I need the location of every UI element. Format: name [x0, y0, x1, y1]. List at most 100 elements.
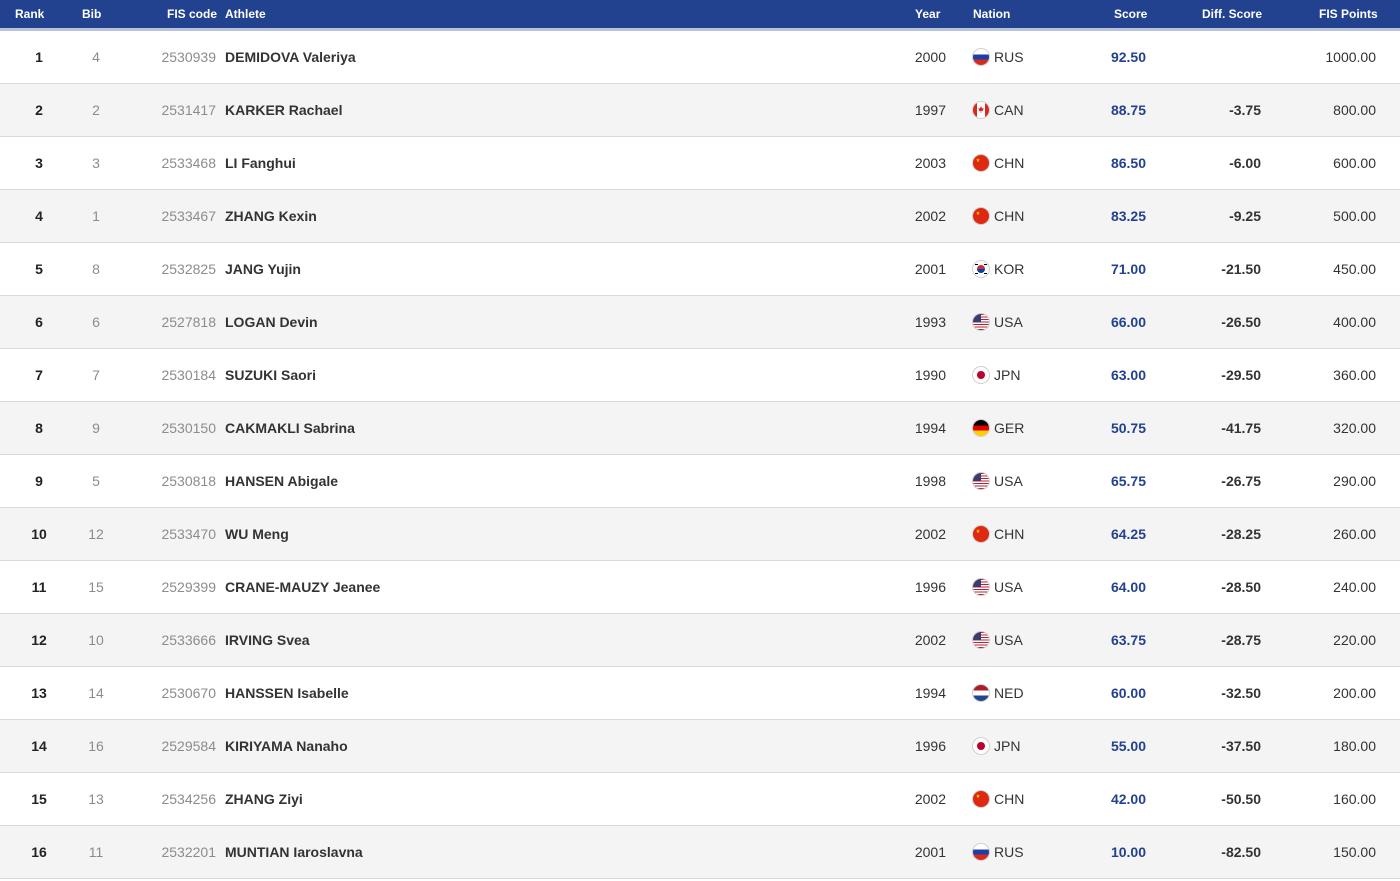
year-cell: 1990 — [914, 367, 946, 383]
bib-cell: 16 — [88, 738, 104, 754]
athlete-name[interactable]: SUZUKI Saori — [225, 349, 825, 401]
athlete-name[interactable]: LOGAN Devin — [225, 296, 825, 348]
nation-code: KOR — [994, 261, 1025, 277]
fis-points-cell: 400.00 — [1333, 314, 1376, 330]
header-athlete[interactable]: Athlete — [225, 0, 266, 28]
table-row[interactable]: 4 1 2533467 ZHANG Kexin 2002 83.25 -9.25 500.00… — [0, 190, 1400, 243]
header-fis-code[interactable]: FIS code — [167, 0, 217, 28]
athlete-name[interactable]: IRVING Svea — [225, 614, 825, 666]
year-cell: 1998 — [914, 473, 946, 489]
fis-points-cell: 200.00 — [1333, 685, 1376, 701]
fis-code-cell: 2532201 — [161, 844, 216, 860]
flag-ned-icon — [973, 685, 989, 701]
table-row[interactable]: 11 15 2529399 CRANE-MAUZY Jeanee 1996 64.00 -2… — [0, 561, 1400, 614]
athlete-name[interactable]: LI Fanghui — [225, 137, 825, 189]
bib-cell: 14 — [88, 685, 104, 701]
table-row[interactable]: 16 11 2532201 MUNTIAN Iaroslavna 2001 10.00 -8… — [0, 826, 1400, 879]
athlete-name[interactable]: JANG Yujin — [225, 243, 825, 295]
nation-code: USA — [994, 473, 1023, 489]
athlete-name[interactable]: HANSEN Abigale — [225, 455, 825, 507]
diff-score-cell: -28.50 — [1221, 579, 1261, 595]
header-nation[interactable]: Nation — [973, 0, 1010, 28]
year-cell: 2003 — [914, 155, 946, 171]
year-cell: 1996 — [914, 738, 946, 754]
bib-cell: 7 — [92, 367, 100, 383]
athlete-name[interactable]: KARKER Rachael — [225, 84, 825, 136]
athlete-name[interactable]: HANSSEN Isabelle — [225, 667, 825, 719]
table-row[interactable]: 1 4 2530939 DEMIDOVA Valeriya 2000 92.50 1000.… — [0, 31, 1400, 84]
bib-cell: 5 — [92, 473, 100, 489]
header-fis-points[interactable]: FIS Points — [1319, 0, 1378, 28]
diff-score-cell: -29.50 — [1221, 367, 1261, 383]
fis-points-cell: 150.00 — [1333, 844, 1376, 860]
diff-score-cell: -3.75 — [1229, 102, 1261, 118]
fis-code-cell: 2530818 — [161, 473, 216, 489]
flag-usa-icon — [973, 632, 989, 648]
table-row[interactable]: 13 14 2530670 HANSSEN Isabelle 1994 60.00 -32.… — [0, 667, 1400, 720]
diff-score-cell: -32.50 — [1221, 685, 1261, 701]
athlete-name[interactable]: ZHANG Kexin — [225, 190, 825, 242]
nation-code: GER — [994, 420, 1025, 436]
diff-score-cell: -26.75 — [1221, 473, 1261, 489]
flag-rus-icon — [973, 844, 989, 860]
fis-code-cell: 2533468 — [161, 155, 216, 171]
flag-jpn-icon — [973, 367, 989, 383]
fis-code-cell: 2533470 — [161, 526, 216, 542]
table-row[interactable]: 10 12 2533470 WU Meng 2002 64.25 -28.25 260.00 C… — [0, 508, 1400, 561]
diff-score-cell: -41.75 — [1221, 420, 1261, 436]
table-row[interactable]: 8 9 2530150 CAKMAKLI Sabrina 1994 50.75 -41.75… — [0, 402, 1400, 455]
table-row[interactable]: 15 13 2534256 ZHANG Ziyi 2002 42.00 -50.50 160.… — [0, 773, 1400, 826]
year-cell: 1996 — [914, 579, 946, 595]
fis-code-cell: 2532825 — [161, 261, 216, 277]
header-year[interactable]: Year — [915, 0, 940, 28]
nation-cell: RUS — [973, 31, 1093, 83]
bib-cell: 13 — [88, 791, 104, 807]
bib-cell: 8 — [92, 261, 100, 277]
athlete-name[interactable]: WU Meng — [225, 508, 825, 560]
flag-ger-icon — [973, 420, 989, 436]
fis-code-cell: 2530670 — [161, 685, 216, 701]
fis-code-cell: 2530939 — [161, 49, 216, 65]
header-score[interactable]: Score — [1114, 0, 1147, 28]
flag-chn-icon — [973, 526, 989, 542]
athlete-name[interactable]: ZHANG Ziyi — [225, 773, 825, 825]
flag-can-icon — [973, 102, 989, 118]
year-cell: 2001 — [914, 261, 946, 277]
table-row[interactable]: 3 3 2533468 LI Fanghui 2003 86.50 -6.00 600.00 C… — [0, 137, 1400, 190]
table-row[interactable]: 7 7 2530184 SUZUKI Saori 1990 63.00 -29.50 360.… — [0, 349, 1400, 402]
flag-kor-icon — [973, 261, 989, 277]
flag-chn-icon — [973, 791, 989, 807]
header-diff-score[interactable]: Diff. Score — [1202, 0, 1262, 28]
nation-cell: JPN — [973, 720, 1093, 772]
athlete-name[interactable]: CRANE-MAUZY Jeanee — [225, 561, 825, 613]
athlete-name[interactable]: MUNTIAN Iaroslavna — [225, 826, 825, 878]
athlete-name[interactable]: CAKMAKLI Sabrina — [225, 402, 825, 454]
fis-code-cell: 2533666 — [161, 632, 216, 648]
diff-score-cell: -26.50 — [1221, 314, 1261, 330]
nation-cell: JPN — [973, 349, 1093, 401]
bib-cell: 11 — [88, 844, 104, 860]
athlete-name[interactable]: DEMIDOVA Valeriya — [225, 31, 825, 83]
fis-points-cell: 260.00 — [1333, 526, 1376, 542]
athlete-name[interactable]: KIRIYAMA Nanaho — [225, 720, 825, 772]
bib-cell: 6 — [92, 314, 100, 330]
table-header: Rank Bib FIS code Athlete Year Nation Sc… — [0, 0, 1400, 31]
nation-code: CHN — [994, 526, 1025, 542]
table-row[interactable]: 9 5 2530818 HANSEN Abigale 1998 65.75 -26.75 29… — [0, 455, 1400, 508]
year-cell: 2001 — [914, 844, 946, 860]
nation-code: CHN — [994, 791, 1025, 807]
nation-code: RUS — [994, 844, 1024, 860]
fis-points-cell: 160.00 — [1333, 791, 1376, 807]
fis-points-cell: 450.00 — [1333, 261, 1376, 277]
header-bib[interactable]: Bib — [82, 0, 101, 28]
bib-cell: 12 — [88, 526, 104, 542]
fis-points-cell: 360.00 — [1333, 367, 1376, 383]
flag-usa-icon — [973, 473, 989, 489]
table-row[interactable]: 2 2 2531417 KARKER Rachael 1997 88.75 -3.75 800… — [0, 84, 1400, 137]
table-row[interactable]: 5 8 2532825 JANG Yujin 2001 71.00 -21.50 450.00… — [0, 243, 1400, 296]
table-row[interactable]: 6 6 2527818 LOGAN Devin 1993 66.00 -26.50 400.0… — [0, 296, 1400, 349]
table-row[interactable]: 12 10 2533666 IRVING Svea 2002 63.75 -28.75 220… — [0, 614, 1400, 667]
table-row[interactable]: 14 16 2529584 KIRIYAMA Nanaho 1996 55.00 -37.5… — [0, 720, 1400, 773]
year-cell: 1993 — [914, 314, 946, 330]
header-rank[interactable]: Rank — [15, 0, 44, 28]
